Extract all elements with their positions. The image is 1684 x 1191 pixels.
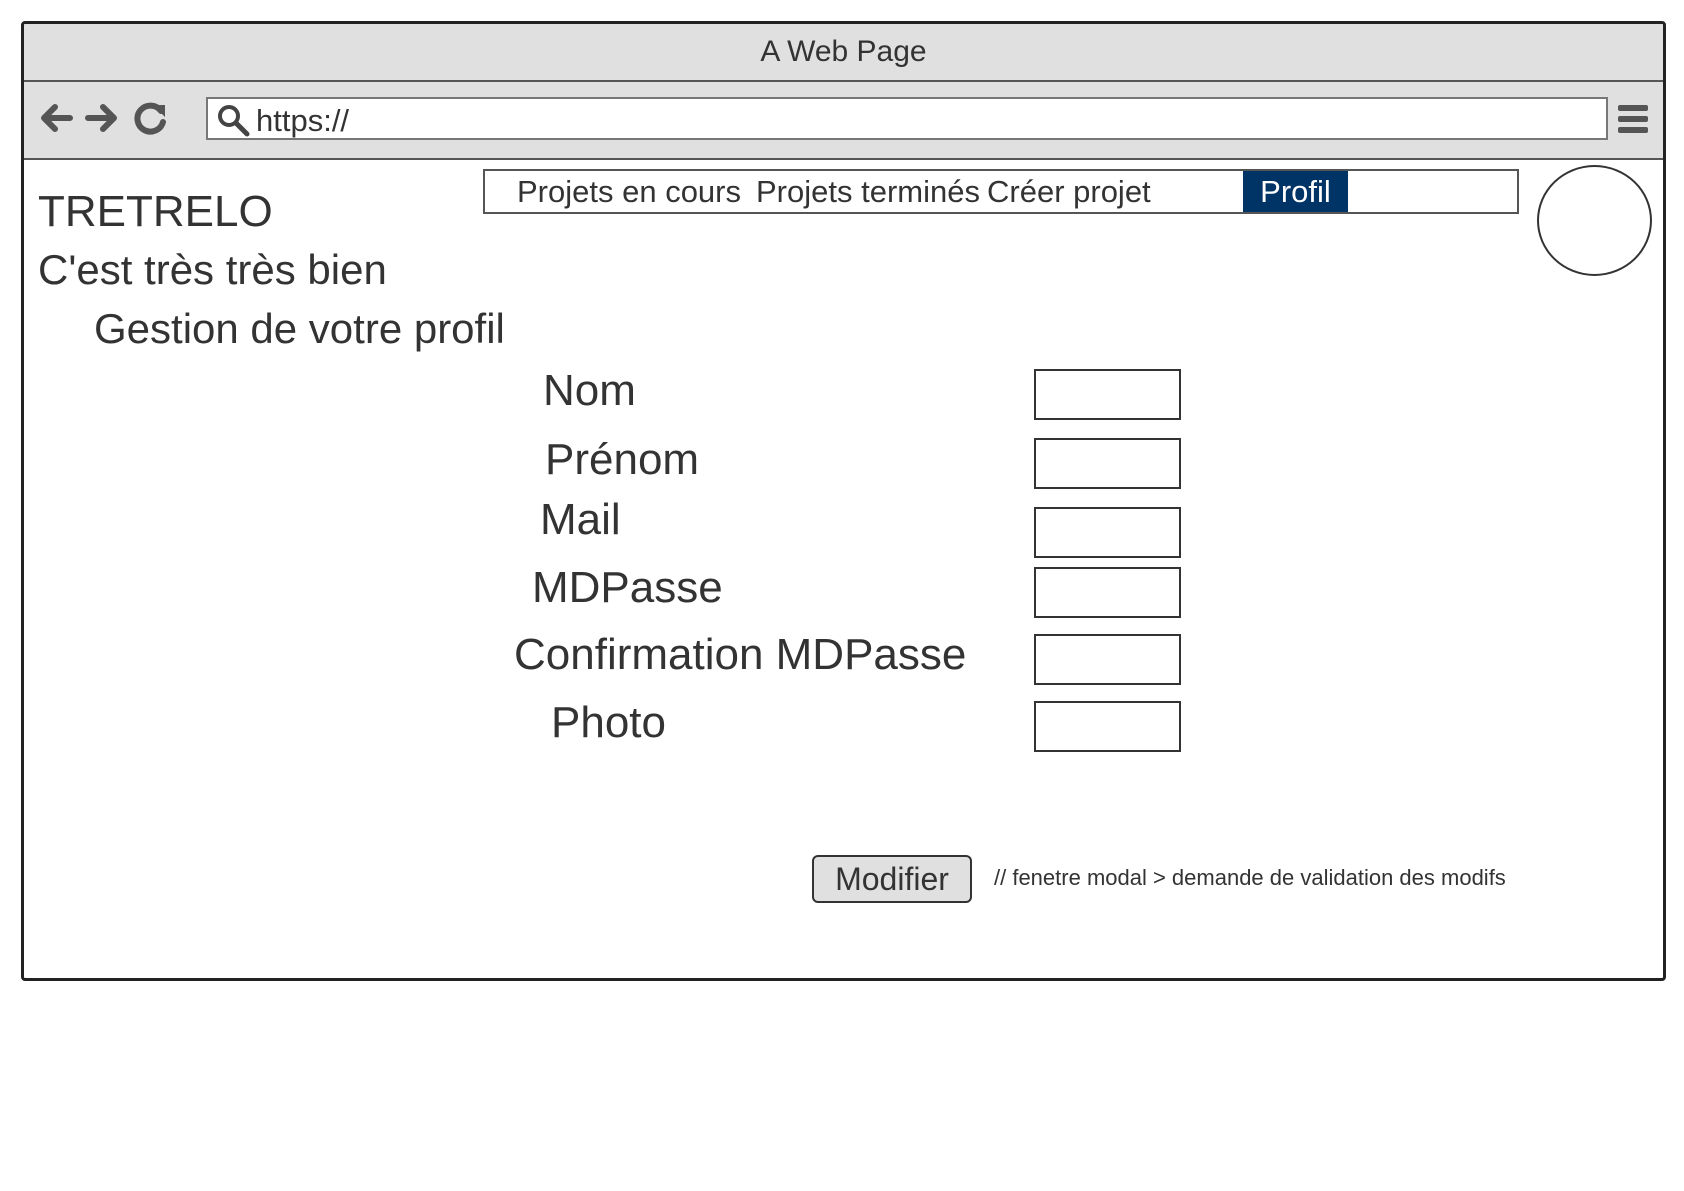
label-mail: Mail <box>540 495 621 544</box>
label-nom: Nom <box>543 366 636 415</box>
password-confirm-input[interactable] <box>1034 634 1181 685</box>
browser-window: A Web Page https:// TRETRELO C'est très … <box>21 21 1666 981</box>
avatar[interactable] <box>1537 165 1652 276</box>
search-icon <box>218 105 250 137</box>
modifier-button[interactable]: Modifier <box>812 855 972 903</box>
password-input[interactable] <box>1034 567 1181 618</box>
tab-projets-termines[interactable]: Projets terminés <box>740 171 996 212</box>
forward-arrow-icon[interactable] <box>82 98 122 138</box>
page-title: Gestion de votre profil <box>94 305 505 352</box>
brand-logo-text: TRETRELO <box>38 187 273 236</box>
reload-icon[interactable] <box>130 98 170 138</box>
label-mdpasse: MDPasse <box>532 563 723 612</box>
mail-input[interactable] <box>1034 507 1181 558</box>
prenom-input[interactable] <box>1034 438 1181 489</box>
annotation-note: // fenetre modal > demande de validation… <box>994 865 1506 890</box>
tab-creer-projet[interactable]: Créer projet <box>971 171 1167 212</box>
label-prenom: Prénom <box>545 435 700 484</box>
back-arrow-icon[interactable] <box>36 98 76 138</box>
photo-input[interactable] <box>1034 701 1181 752</box>
tab-profil[interactable]: Profil <box>1243 171 1348 212</box>
hamburger-menu-icon[interactable] <box>1617 102 1649 136</box>
tagline: C'est très très bien <box>38 246 387 293</box>
window-titlebar: A Web Page <box>24 24 1663 82</box>
label-photo: Photo <box>551 698 666 747</box>
nom-input[interactable] <box>1034 369 1181 420</box>
browser-toolbar: https:// <box>24 82 1663 160</box>
window-title: A Web Page <box>760 35 927 68</box>
main-nav-tabs: Projets en cours Projets terminés Créer … <box>483 169 1519 214</box>
address-bar[interactable]: https:// <box>206 97 1608 140</box>
url-text: https:// <box>256 103 350 138</box>
tab-projets-en-cours[interactable]: Projets en cours <box>501 171 757 212</box>
label-confirmation-mdpasse: Confirmation MDPasse <box>514 630 967 679</box>
